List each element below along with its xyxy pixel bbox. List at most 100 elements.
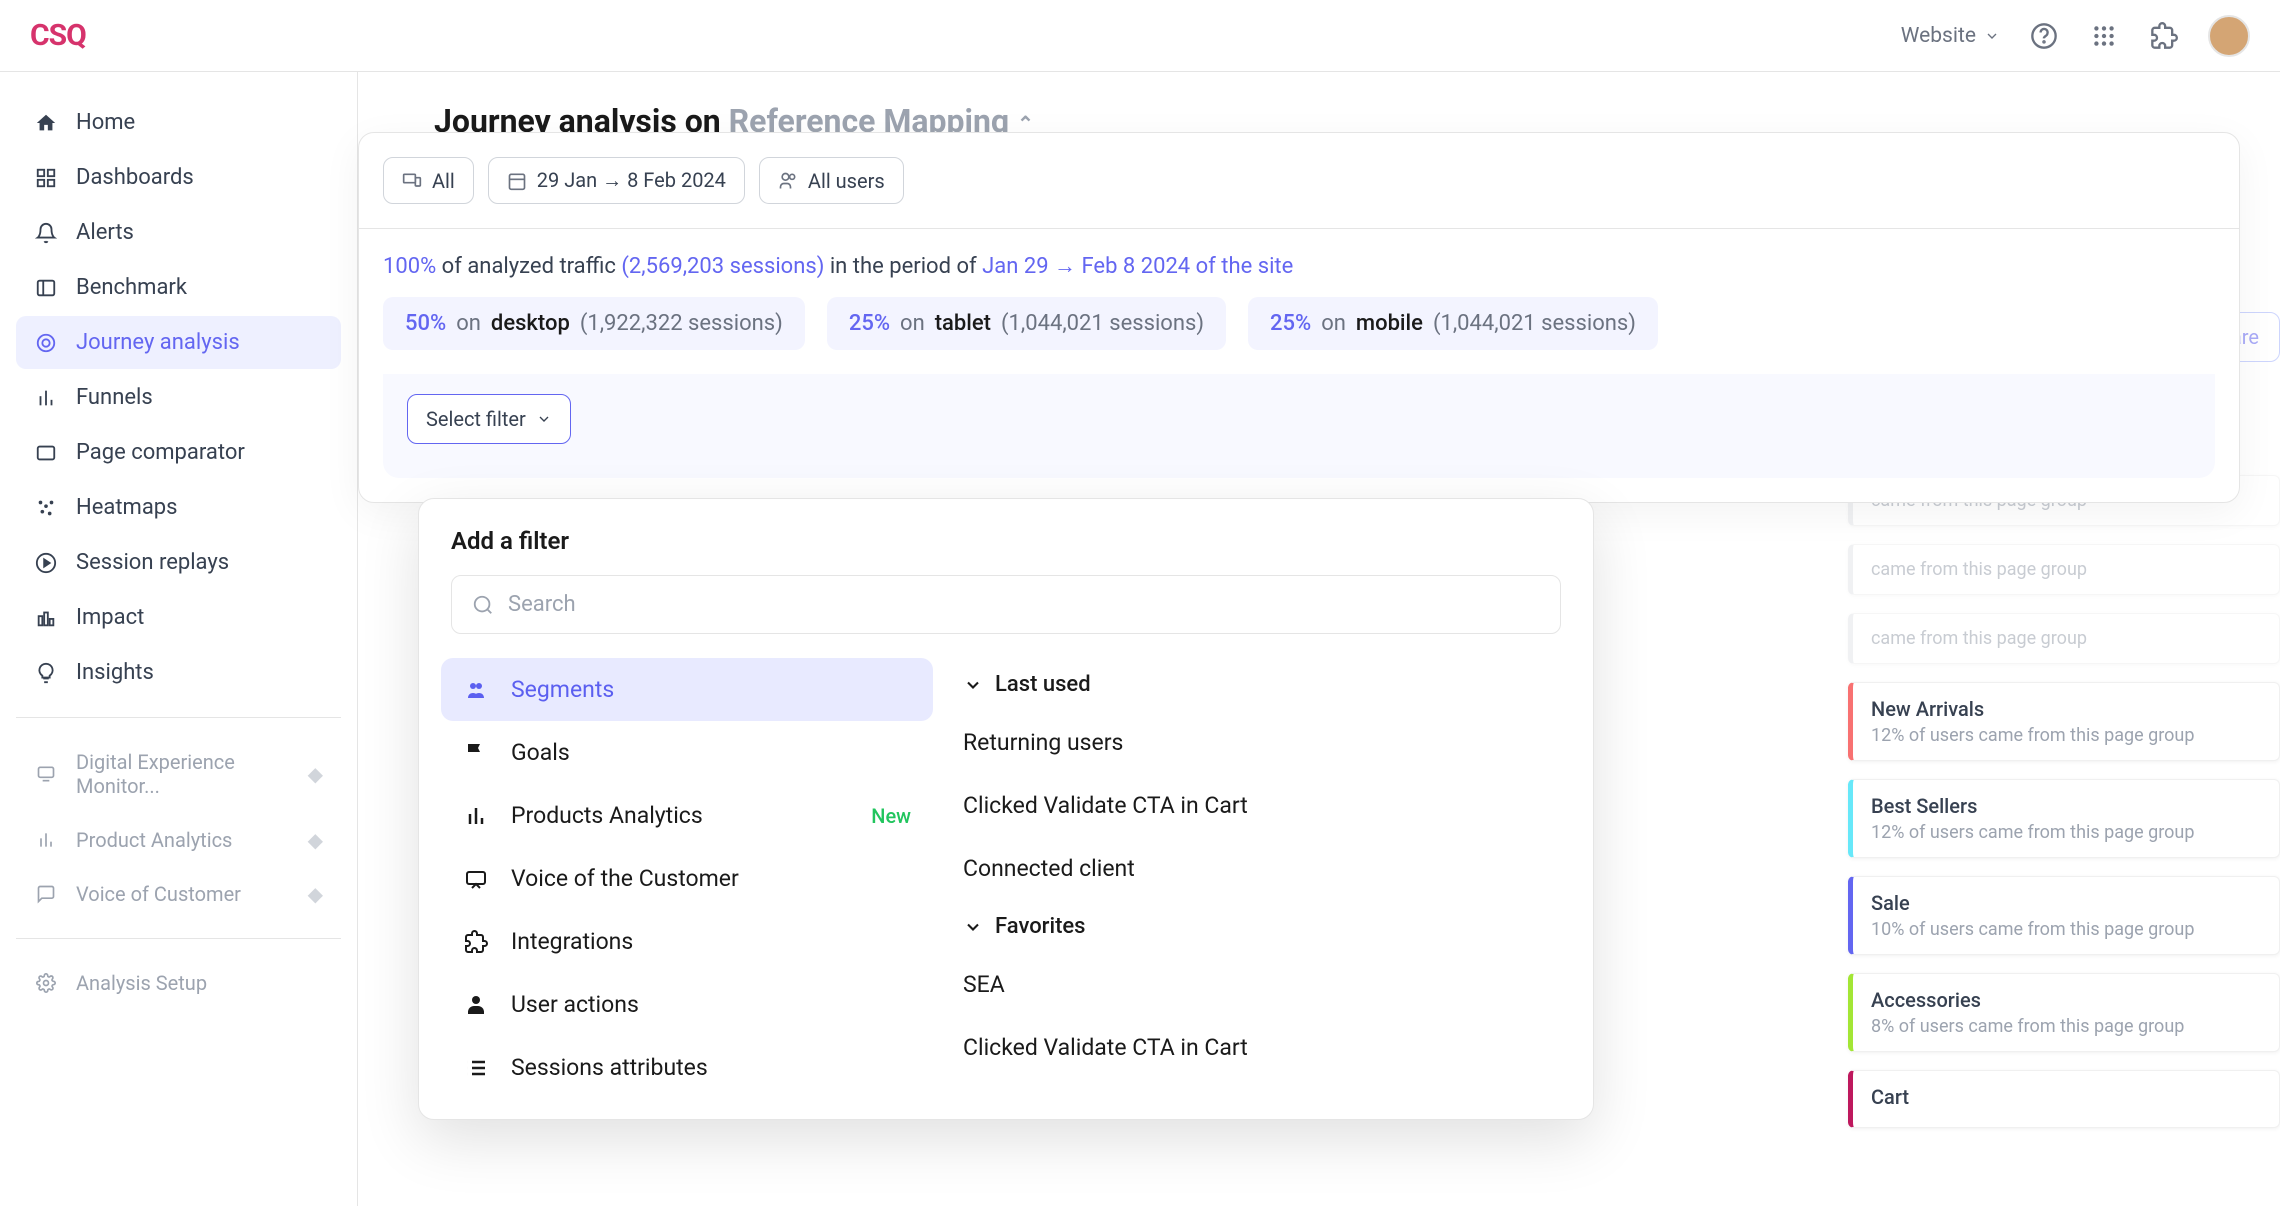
compare-icon: [34, 441, 58, 465]
filter-category-sessions-attributes[interactable]: Sessions attributes: [441, 1036, 933, 1099]
category-icon: [463, 803, 489, 829]
chevron-down-icon: [963, 917, 983, 937]
chip-on: on: [456, 311, 481, 336]
nav-voice-customer[interactable]: Voice of Customer ◆: [16, 868, 341, 920]
voice-icon: [34, 882, 58, 906]
nav-benchmark[interactable]: Benchmark: [16, 261, 341, 314]
nav-label: Dashboards: [76, 165, 194, 190]
help-icon[interactable]: [2028, 20, 2060, 52]
category-label: User actions: [511, 991, 639, 1018]
nav-label: Heatmaps: [76, 495, 178, 520]
nav-funnels[interactable]: Funnels: [16, 371, 341, 424]
nav-insights[interactable]: Insights: [16, 646, 341, 699]
page-group-card[interactable]: New Arrivals 12% of users came from this…: [1848, 682, 2280, 761]
divider: [16, 938, 341, 939]
nav-digital-experience[interactable]: Digital Experience Monitor... ◆: [16, 736, 341, 812]
category-icon: [463, 992, 489, 1018]
nav-label: Impact: [76, 605, 144, 630]
nav-page-comparator[interactable]: Page comparator: [16, 426, 341, 479]
category-label: Segments: [511, 676, 614, 703]
filter-category-user-actions[interactable]: User actions: [441, 973, 933, 1036]
filter-option[interactable]: Connected client: [963, 837, 1571, 900]
chevron-down-icon: [536, 411, 552, 427]
page-group-card[interactable]: Accessories 8% of users came from this p…: [1848, 973, 2280, 1052]
chip-on: on: [1321, 311, 1346, 336]
category-icon: [463, 740, 489, 766]
main-content: Journey analysis on Reference Mapping ⌃ …: [358, 72, 2280, 1206]
group-title: Cart: [1871, 1085, 2261, 1109]
nav-analysis-setup[interactable]: Analysis Setup: [16, 957, 341, 1009]
select-filter-button[interactable]: Select filter: [407, 394, 571, 444]
chip-pct: 50%: [405, 311, 446, 336]
home-icon: [34, 111, 58, 135]
filter-search-input[interactable]: Search: [451, 575, 1561, 634]
filter-category-products-analytics[interactable]: Products Analytics New: [441, 784, 933, 847]
group-desc: 12% of users came from this page group: [1871, 822, 2261, 843]
group-desc: 8% of users came from this page group: [1871, 1016, 2261, 1037]
search-icon: [472, 594, 494, 616]
device-chip: 25% on mobile (1,044,021 sessions): [1248, 297, 1658, 350]
nav-home[interactable]: Home: [16, 96, 341, 149]
sidebar: Home Dashboards Alerts Benchmark Journey…: [0, 72, 358, 1206]
diamond-icon: ◆: [308, 828, 323, 852]
users-icon: [778, 171, 798, 191]
filter-category-goals[interactable]: Goals: [441, 721, 933, 784]
pill-label: All: [432, 169, 455, 193]
nav-label: Product Analytics: [76, 828, 232, 852]
page-group-card[interactable]: came from this page group: [1848, 544, 2280, 595]
category-icon: [463, 677, 489, 703]
device-filter-all[interactable]: All: [383, 157, 474, 204]
result-group-header[interactable]: Favorites: [963, 900, 1571, 953]
group-title: Favorites: [995, 914, 1086, 939]
benchmark-icon: [34, 276, 58, 300]
chip-device: desktop: [491, 311, 570, 336]
apps-grid-icon[interactable]: [2088, 20, 2120, 52]
impact-icon: [34, 606, 58, 630]
chevron-down-icon: [1984, 28, 2000, 44]
nav-session-replays[interactable]: Session replays: [16, 536, 341, 589]
filter-option[interactable]: Clicked Validate CTA in Cart: [963, 1016, 1571, 1079]
nav-label: Funnels: [76, 385, 153, 410]
search-placeholder: Search: [508, 592, 576, 617]
category-label: Integrations: [511, 928, 633, 955]
nav-alerts[interactable]: Alerts: [16, 206, 341, 259]
nav-journey-analysis[interactable]: Journey analysis: [16, 316, 341, 369]
summary-text: in the period of: [824, 254, 982, 279]
traffic-summary: 100% of analyzed traffic (2,569,203 sess…: [359, 229, 2239, 374]
filter-option[interactable]: SEA: [963, 953, 1571, 1016]
filter-category-integrations[interactable]: Integrations: [441, 910, 933, 973]
result-group-header[interactable]: Last used: [963, 658, 1571, 711]
chip-on: on: [900, 311, 925, 336]
category-label: Goals: [511, 739, 570, 766]
group-desc: 12% of users came from this page group: [1871, 725, 2261, 746]
group-desc: came from this page group: [1871, 628, 2261, 649]
nav-impact[interactable]: Impact: [16, 591, 341, 644]
date-range-filter[interactable]: 29 Jan → 8 Feb 2024: [488, 157, 745, 204]
page-group-card[interactable]: Sale 10% of users came from this page gr…: [1848, 876, 2280, 955]
nav-label: Digital Experience Monitor...: [76, 750, 290, 798]
filter-option[interactable]: Clicked Validate CTA in Cart: [963, 774, 1571, 837]
bell-icon: [34, 221, 58, 245]
page-group-card[interactable]: Best Sellers 12% of users came from this…: [1848, 779, 2280, 858]
pill-label: 29 Jan → 8 Feb 2024: [537, 168, 726, 193]
page-group-card[interactable]: came from this page group: [1848, 613, 2280, 664]
filter-option[interactable]: Returning users: [963, 711, 1571, 774]
diamond-icon: ◆: [308, 762, 323, 786]
filter-category-voice-of-the-customer[interactable]: Voice of the Customer: [441, 847, 933, 910]
app-header: CSQ Website: [0, 0, 2280, 72]
extension-icon[interactable]: [2148, 20, 2180, 52]
avatar[interactable]: [2208, 15, 2250, 57]
website-dropdown[interactable]: Website: [1901, 24, 2000, 48]
group-desc: came from this page group: [1871, 559, 2261, 580]
users-filter-all[interactable]: All users: [759, 157, 904, 204]
nav-dashboards[interactable]: Dashboards: [16, 151, 341, 204]
diamond-icon: ◆: [308, 882, 323, 906]
page-group-card[interactable]: Cart: [1848, 1070, 2280, 1128]
gear-icon: [34, 971, 58, 995]
nav-heatmaps[interactable]: Heatmaps: [16, 481, 341, 534]
nav-label: Insights: [76, 660, 154, 685]
website-label: Website: [1901, 24, 1976, 48]
filter-category-segments[interactable]: Segments: [441, 658, 933, 721]
nav-product-analytics[interactable]: Product Analytics ◆: [16, 814, 341, 866]
category-label: Voice of the Customer: [511, 865, 739, 892]
